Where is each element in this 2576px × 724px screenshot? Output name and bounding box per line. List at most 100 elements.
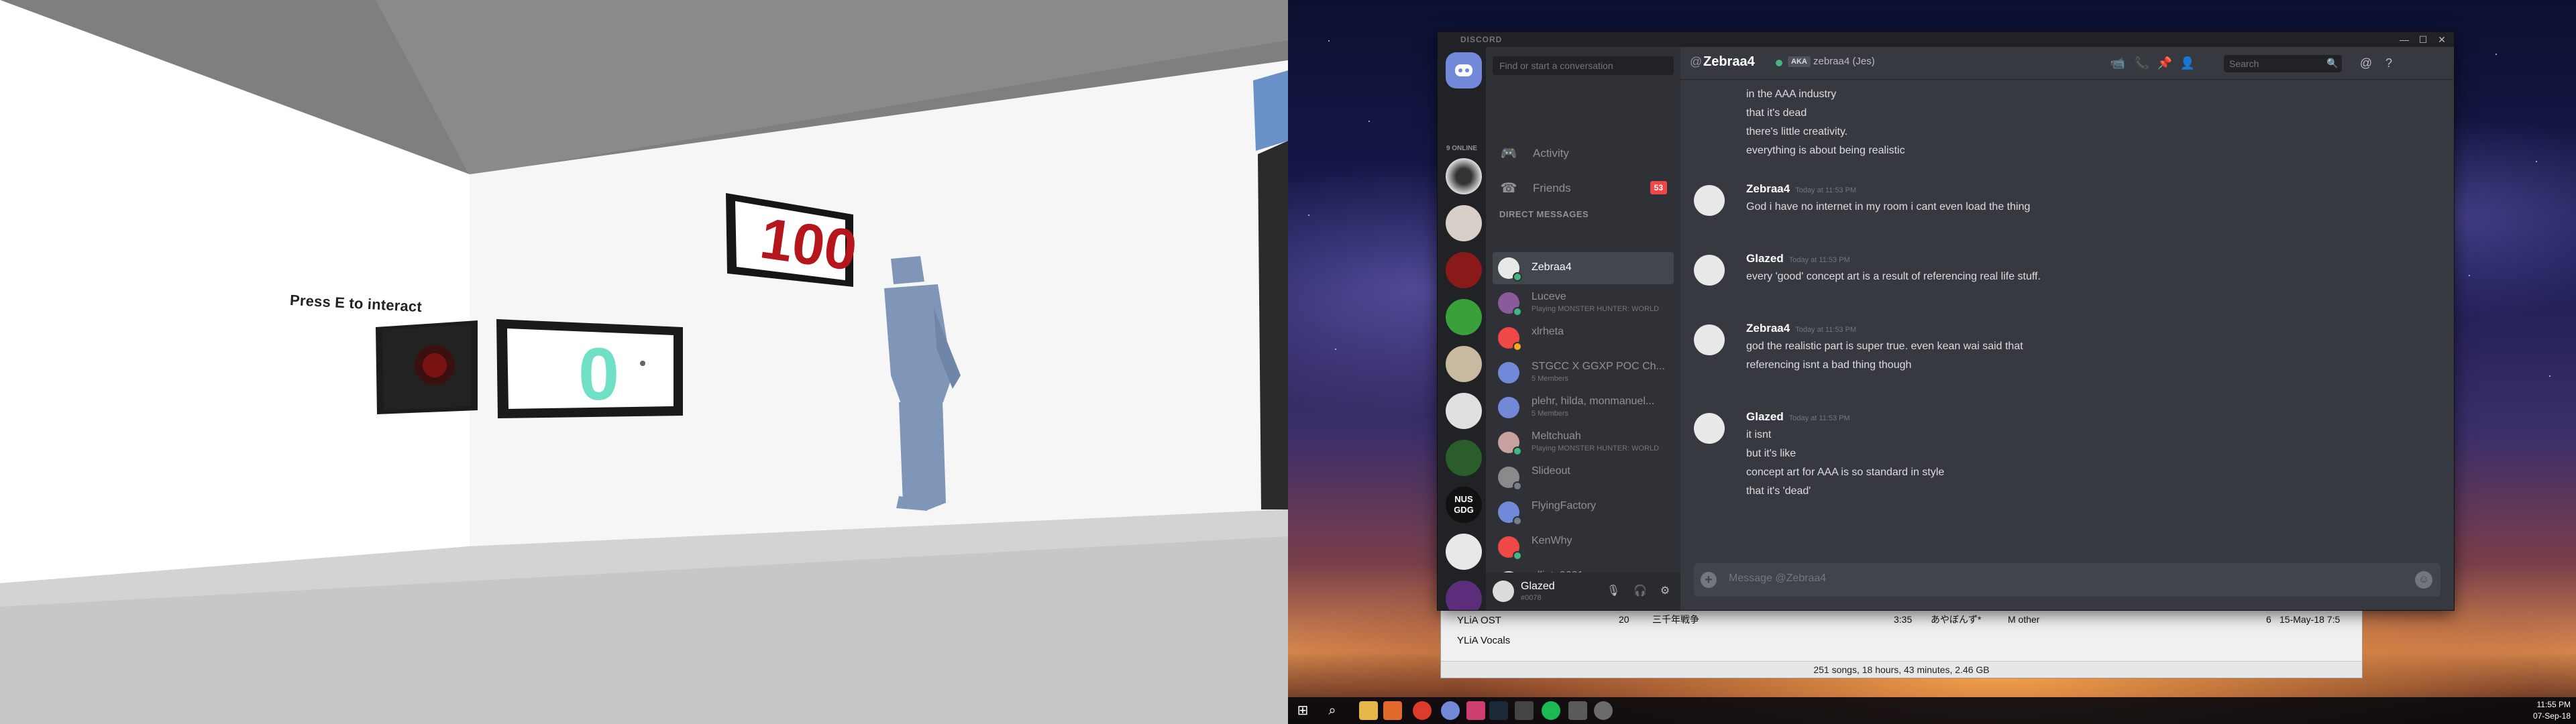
- dm-item[interactable]: Luceve Playing MONSTER HUNTER: WORLD: [1493, 287, 1674, 319]
- app-brand: DISCORD: [1460, 35, 1503, 44]
- upload-plus-icon[interactable]: +: [1701, 572, 1717, 588]
- maximize-icon[interactable]: ☐: [2414, 33, 2432, 46]
- server-icon[interactable]: [1446, 252, 1482, 288]
- app-icon[interactable]: [1383, 701, 1402, 720]
- microphone-icon[interactable]: 🎙: [1605, 583, 1621, 599]
- dm-name: Luceve: [1532, 291, 1566, 302]
- server-icon[interactable]: [1446, 158, 1482, 194]
- message-timestamp: Today at 11:53 PM: [1795, 186, 1857, 194]
- steam-icon[interactable]: [1489, 701, 1508, 720]
- nav-friends[interactable]: ☎ Friends 53: [1493, 174, 1674, 202]
- dm-name: plehr, hilda, monmanuel...: [1532, 396, 1655, 407]
- clock-date: 07-Sep-18: [2532, 711, 2571, 721]
- dm-subtitle: Playing MONSTER HUNTER: WORLD: [1532, 444, 1660, 452]
- avatar[interactable]: [1694, 324, 1725, 355]
- server-icon[interactable]: [1446, 299, 1482, 335]
- dm-item[interactable]: STGCC X GGXP POC Ch... 5 Members: [1493, 357, 1674, 389]
- author-name: Zebraa4: [1746, 322, 1790, 335]
- friends-icon: ☎: [1500, 181, 1517, 196]
- headphones-icon[interactable]: 🎧: [1632, 583, 1648, 599]
- server-icon[interactable]: [1446, 440, 1482, 476]
- start-windows-icon[interactable]: ⊞: [1293, 701, 1312, 720]
- minimize-icon[interactable]: —: [2395, 33, 2414, 46]
- playlist-item[interactable]: YLiA Vocals: [1457, 635, 1510, 646]
- dm-item[interactable]: KenWhy: [1493, 531, 1674, 563]
- terminal-icon[interactable]: [1515, 701, 1534, 720]
- chrome-icon[interactable]: [1413, 701, 1432, 720]
- author-name: Zebraa4: [1746, 182, 1790, 195]
- server-icon[interactable]: [1446, 581, 1482, 610]
- avatar: [1498, 362, 1519, 383]
- dm-name: STGCC X GGXP POC Ch...: [1532, 361, 1665, 372]
- server-icon[interactable]: [1446, 205, 1482, 241]
- activity-icon: 🎮: [1500, 146, 1517, 161]
- track-row[interactable]: 20 三千年戦争 3:35 あやぼんず* M other 6 15-May-18…: [1619, 611, 2360, 628]
- message-text: every 'good' concept art is a result of …: [1746, 271, 2041, 282]
- message-input[interactable]: Message @Zebraa4: [1729, 572, 1826, 585]
- home-discord-icon[interactable]: [1446, 52, 1482, 88]
- dm-item[interactable]: plehr, hilda, monmanuel... 5 Members: [1493, 391, 1674, 424]
- dm-subtitle: 5 Members: [1532, 375, 1569, 383]
- add-friend-icon[interactable]: 👤: [2180, 55, 2196, 71]
- title-bar[interactable]: DISCORD — ☐ ✕: [1438, 32, 2454, 47]
- dm-subtitle: 5 Members: [1532, 410, 1569, 418]
- app-icon[interactable]: [1466, 701, 1485, 720]
- message-author[interactable]: Zebraa4 Today at 11:53 PM: [1746, 182, 1856, 196]
- dm-item[interactable]: Slideout: [1493, 461, 1674, 493]
- system-clock[interactable]: 11:55 PM 07-Sep-18: [2533, 699, 2571, 722]
- playlist-item[interactable]: YLiA OST: [1457, 615, 1501, 626]
- app-icon[interactable]: [1441, 701, 1460, 720]
- find-conversation-input[interactable]: Find or start a conversation: [1493, 56, 1674, 75]
- server-list: 9 ONLINE NUS GDG: [1438, 47, 1486, 610]
- recipient-name: Zebraa4: [1703, 54, 1755, 69]
- search-icon[interactable]: ⌕: [1323, 701, 1342, 720]
- aka-badge: AKA: [1788, 56, 1811, 67]
- dm-name: Meltchuah: [1532, 430, 1581, 442]
- dm-item[interactable]: xlrheta: [1493, 322, 1674, 354]
- message-author[interactable]: Zebraa4 Today at 11:53 PM: [1746, 322, 1856, 335]
- avatar[interactable]: [1694, 185, 1725, 216]
- server-icon[interactable]: [1446, 346, 1482, 382]
- message-text: god the realistic part is super true. ev…: [1746, 341, 2023, 352]
- message-composer[interactable]: + Message @Zebraa4 ☺: [1694, 563, 2440, 597]
- close-icon[interactable]: ✕: [2432, 33, 2451, 46]
- discord-window[interactable]: DISCORD — ☐ ✕ 9 ONLINE NUS GDG Find or st…: [1438, 32, 2454, 610]
- spotify-icon[interactable]: [1542, 701, 1560, 720]
- avatar[interactable]: [1694, 255, 1725, 286]
- server-icon[interactable]: NUS GDG: [1446, 487, 1482, 523]
- voice-call-icon[interactable]: 📞: [2134, 55, 2150, 71]
- emoji-icon[interactable]: ☺: [2415, 571, 2432, 589]
- dm-item[interactable]: FlyingFactory: [1493, 496, 1674, 528]
- dm-name: Zebraa4: [1532, 261, 1572, 273]
- server-icon[interactable]: [1446, 534, 1482, 570]
- server-icon[interactable]: [1446, 393, 1482, 429]
- game-viewport[interactable]: 100 0 Press E to interact: [0, 0, 1288, 724]
- help-icon[interactable]: ?: [2381, 55, 2397, 71]
- avatar[interactable]: [1694, 413, 1725, 444]
- mentions-icon[interactable]: @: [2358, 55, 2374, 71]
- video-call-icon[interactable]: 📹: [2110, 55, 2126, 71]
- unity-icon[interactable]: [1568, 701, 1587, 720]
- file-explorer-icon[interactable]: [1359, 701, 1378, 720]
- dm-name: xlrheta: [1532, 326, 1564, 337]
- message-text: in the AAA industry: [1746, 88, 1837, 100]
- message-author[interactable]: Glazed Today at 11:53 PM: [1746, 410, 1850, 424]
- taskbar: ⊞ ⌕ 11:55 PM 07-Sep-18: [1288, 697, 2576, 724]
- author-name: Glazed: [1746, 252, 1784, 265]
- dm-item[interactable]: Meltchuah Playing MONSTER HUNTER: WORLD: [1493, 426, 1674, 459]
- settings-gear-icon[interactable]: ⚙: [1657, 583, 1673, 599]
- message-text: there's little creativity.: [1746, 126, 1848, 137]
- pin-icon[interactable]: 📌: [2157, 55, 2173, 71]
- nav-label: Activity: [1533, 147, 1569, 160]
- nav-activity[interactable]: 🎮 Activity: [1493, 139, 1674, 168]
- message-timestamp: Today at 11:53 PM: [1788, 256, 1850, 264]
- track-plays: 6: [2266, 614, 2271, 625]
- discord-taskbar-icon[interactable]: [1594, 701, 1613, 720]
- avatar[interactable]: [1493, 581, 1514, 602]
- message-author[interactable]: Glazed Today at 11:53 PM: [1746, 252, 1850, 265]
- dm-item[interactable]: Zebraa4: [1493, 252, 1674, 284]
- message-text: everything is about being realistic: [1746, 145, 1905, 156]
- aka-name: zebraa4 (Jes): [1813, 56, 1875, 67]
- user-tag: #0078: [1521, 594, 1542, 602]
- user-panel: Glazed #0078 🎙 🎧 ⚙: [1486, 572, 1680, 610]
